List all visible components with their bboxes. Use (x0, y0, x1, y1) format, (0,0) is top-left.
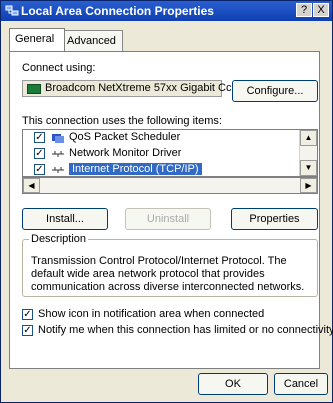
components-label: This connection uses the following items… (22, 115, 222, 127)
scroll-up-icon[interactable]: ▲ (300, 130, 317, 146)
show-icon-label: Show icon in notification area when conn… (38, 308, 265, 320)
network-icon (52, 151, 64, 157)
title-bar[interactable]: Local Area Connection Properties ? X (1, 1, 332, 21)
list-item-tcpip[interactable]: ✓ Internet Protocol (TCP/IP) (23, 162, 299, 176)
tab-general[interactable]: General (9, 28, 65, 51)
vertical-scrollbar[interactable]: ▲ ▼ (299, 130, 317, 176)
scroll-left-icon[interactable]: ◀ (23, 178, 40, 193)
tcpip-checkbox[interactable]: ✓ (34, 164, 45, 175)
network-monitor-checkbox[interactable]: ✓ (34, 148, 45, 159)
horizontal-scrollbar[interactable]: ◀ ▶ (22, 177, 318, 194)
connect-using-label: Connect using: (22, 62, 96, 74)
description-text: Transmission Control Protocol/Internet P… (31, 255, 305, 293)
notify-checkbox[interactable]: ✓ (22, 325, 33, 336)
list-item-network-monitor[interactable]: ✓ Network Monitor Driver (23, 146, 299, 162)
close-button[interactable]: X (313, 3, 329, 17)
adapter-field: Broadcom NetXtreme 57xx Gigabit Cc (22, 80, 231, 97)
window-title: Local Area Connection Properties (21, 4, 214, 18)
tab-advanced[interactable]: Advanced (61, 30, 123, 51)
adapter-name: Broadcom NetXtreme 57xx Gigabit Cc (45, 82, 232, 94)
scroll-right-icon[interactable]: ▶ (300, 178, 317, 193)
properties-window: Local Area Connection Properties ? X Gen… (0, 0, 333, 403)
qos-icon (52, 134, 64, 143)
notify-label: Notify me when this connection has limit… (38, 324, 333, 336)
network-icon (52, 167, 64, 173)
configure-button[interactable]: Configure... (232, 80, 318, 102)
help-button[interactable]: ? (296, 3, 312, 17)
ok-button[interactable]: OK (198, 373, 268, 395)
show-icon-checkbox[interactable]: ✓ (22, 309, 33, 320)
scroll-down-icon[interactable]: ▼ (300, 160, 317, 176)
description-title: Description (29, 233, 89, 245)
network-monitor-label: Network Monitor Driver (69, 147, 182, 159)
components-list[interactable]: ✓ QoS Packet Scheduler ✓ Network Monitor… (22, 129, 318, 177)
install-button[interactable]: Install... (22, 208, 108, 230)
qos-checkbox[interactable]: ✓ (34, 132, 45, 143)
network-connection-icon (5, 5, 19, 16)
cancel-button[interactable]: Cancel (274, 373, 328, 395)
list-item-qos[interactable]: ✓ QoS Packet Scheduler (23, 130, 299, 146)
uninstall-button[interactable]: Uninstall (125, 208, 211, 230)
tcpip-label: Internet Protocol (TCP/IP) (69, 163, 202, 175)
properties-button[interactable]: Properties (231, 208, 318, 230)
qos-label: QoS Packet Scheduler (69, 131, 181, 143)
adapter-icon (27, 84, 41, 94)
